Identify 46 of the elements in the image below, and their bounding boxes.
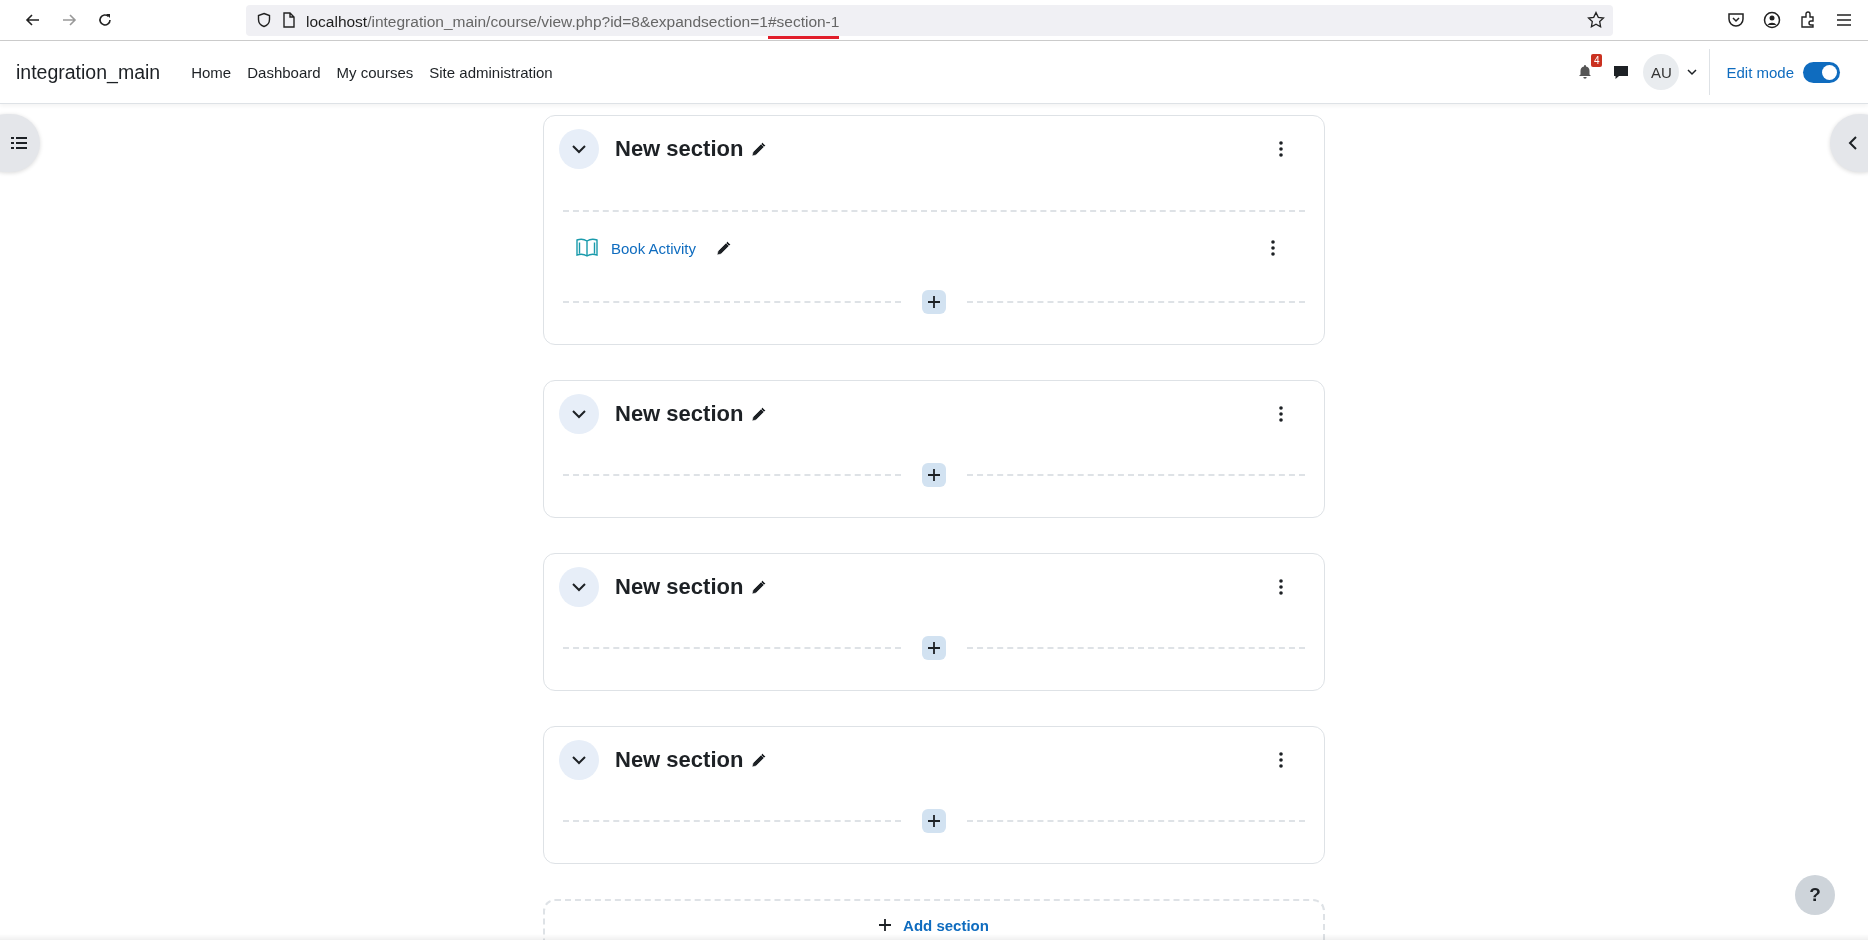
- plus-icon: [879, 917, 892, 931]
- add-activity-button[interactable]: [922, 809, 946, 833]
- bell-icon[interactable]: [1577, 64, 1594, 80]
- pencil-icon[interactable]: [751, 579, 768, 595]
- address-bar[interactable]: localhost/integration_main/course/view.php?id=8&expandsection=1#section-1: [246, 4, 1613, 36]
- activity-link[interactable]: Book Activity: [611, 239, 697, 257]
- edit-mode-label: Edit mode: [1726, 63, 1794, 81]
- chevron-down-icon: [571, 582, 587, 592]
- nav-link[interactable]: My courses: [328, 55, 422, 89]
- pencil-icon[interactable]: [751, 141, 768, 157]
- section-title: New section: [615, 574, 744, 600]
- chevron-down-icon: [571, 144, 587, 154]
- edit-mode-toggle[interactable]: [1803, 61, 1840, 83]
- section-title: New section: [615, 401, 744, 427]
- collapse-button[interactable]: [559, 567, 599, 607]
- book-icon: [575, 237, 599, 259]
- add-section-button[interactable]: Add section: [879, 917, 989, 939]
- user-avatar[interactable]: AU: [1643, 54, 1680, 90]
- pencil-icon[interactable]: [751, 752, 768, 768]
- pencil-icon[interactable]: [716, 240, 733, 256]
- plus-icon: [928, 642, 940, 654]
- nav-link[interactable]: Dashboard: [239, 55, 329, 89]
- plus-icon: [928, 296, 940, 308]
- add-activity-button[interactable]: [922, 463, 946, 487]
- collapse-button[interactable]: [559, 394, 599, 434]
- collapse-button[interactable]: [559, 129, 599, 169]
- shield-icon: [256, 12, 272, 28]
- chevron-left-icon: [1848, 136, 1858, 150]
- collapse-button[interactable]: [559, 740, 599, 780]
- add-activity-button[interactable]: [922, 636, 946, 660]
- notification-count: 4: [1590, 54, 1603, 67]
- pencil-icon[interactable]: [751, 406, 768, 422]
- nav-link[interactable]: Site administration: [421, 55, 561, 89]
- help-button[interactable]: ?: [1795, 875, 1835, 915]
- page-icon: [282, 12, 296, 28]
- section-title: New section: [615, 136, 744, 162]
- nav-link[interactable]: Home: [183, 55, 240, 89]
- add-activity-button[interactable]: [922, 290, 946, 314]
- plus-icon: [928, 815, 940, 827]
- list-icon: [11, 136, 27, 150]
- site-name[interactable]: integration_main: [16, 60, 161, 84]
- bookmark-star-icon[interactable]: [1587, 11, 1605, 29]
- section-title: New section: [615, 747, 744, 773]
- chevron-down-icon: [571, 409, 587, 419]
- chevron-down-icon: [571, 755, 587, 765]
- plus-icon: [928, 469, 940, 481]
